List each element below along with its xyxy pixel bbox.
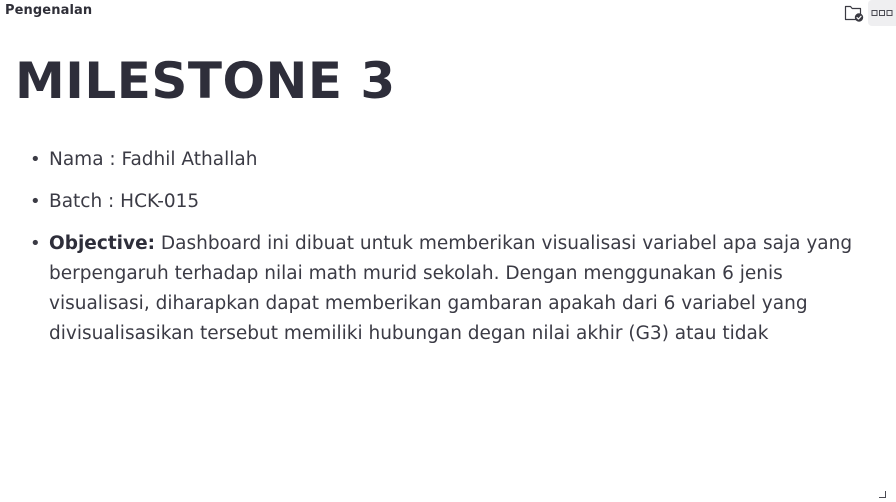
more-dots-icon — [871, 10, 893, 16]
list-item-objective: • Objective: Dashboard ini dibuat untuk … — [28, 229, 858, 349]
list-item-text: Nama : Fadhil Athallah — [49, 149, 258, 170]
list-item-text: Batch : HCK-015 — [49, 191, 200, 212]
list-item-batch: • Batch : HCK-015 — [28, 187, 858, 217]
folder-check-icon — [844, 5, 864, 22]
objective-label: Objective: — [49, 233, 156, 254]
page-title: MILESTONE 3 — [15, 52, 396, 110]
folder-button[interactable] — [843, 2, 865, 24]
info-list: • Nama : Fadhil Athallah • Batch : HCK-0… — [28, 145, 858, 361]
resize-handle[interactable] — [879, 491, 886, 498]
bullet-icon: • — [30, 149, 41, 170]
breadcrumb[interactable]: Pengenalan — [5, 3, 92, 18]
bullet-icon: • — [30, 191, 41, 212]
objective-text: Dashboard ini dibuat untuk memberikan vi… — [49, 233, 853, 344]
bullet-icon: • — [30, 233, 41, 254]
list-item-nama: • Nama : Fadhil Athallah — [28, 145, 858, 175]
more-button[interactable] — [868, 0, 896, 26]
top-bar: Pengenalan — [0, 0, 896, 26]
